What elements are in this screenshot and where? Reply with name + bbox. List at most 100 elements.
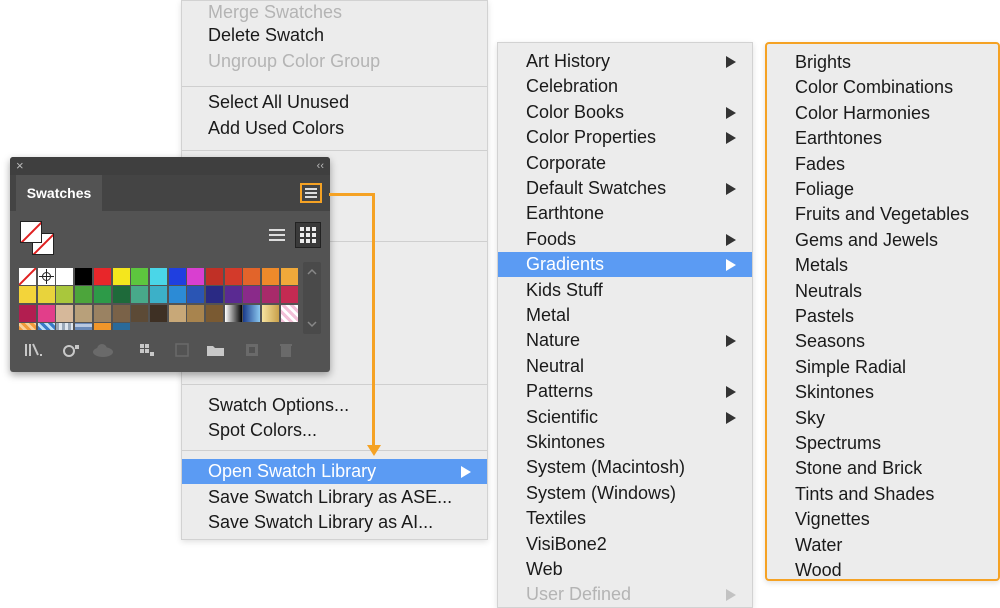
menu-item-spot-colors[interactable]: Spot Colors... bbox=[182, 418, 487, 443]
swatch-cell[interactable] bbox=[149, 286, 167, 304]
swatch-cell[interactable] bbox=[37, 268, 55, 285]
trash-icon[interactable] bbox=[278, 342, 294, 362]
menu-item-open-swatch-library[interactable]: Open Swatch Library bbox=[182, 459, 487, 484]
swatch-cell[interactable] bbox=[187, 268, 205, 285]
swatch-cell[interactable] bbox=[224, 268, 242, 285]
swatch-cell[interactable] bbox=[243, 286, 261, 304]
swatch-cell[interactable] bbox=[93, 268, 111, 285]
swatch-cell[interactable] bbox=[75, 304, 93, 322]
swatch-cell[interactable] bbox=[112, 286, 130, 304]
fill-none-icon[interactable] bbox=[20, 221, 42, 243]
color-group-icon[interactable] bbox=[138, 342, 158, 362]
library-item-visibone2[interactable]: VisiBone2 bbox=[498, 532, 752, 557]
swatch-cell[interactable] bbox=[149, 304, 167, 322]
gradient-item-sky[interactable]: Sky bbox=[767, 406, 998, 431]
library-item-kids-stuff[interactable]: Kids Stuff bbox=[498, 278, 752, 303]
swatch-cell[interactable] bbox=[93, 323, 111, 330]
swatch-cell[interactable] bbox=[224, 286, 242, 304]
swatch-cell[interactable] bbox=[56, 268, 74, 285]
tab-swatches[interactable]: Swatches bbox=[16, 175, 102, 211]
new-color-group-folder-icon[interactable] bbox=[206, 342, 226, 362]
gradient-item-brights[interactable]: Brights bbox=[767, 50, 998, 75]
library-item-color-books[interactable]: Color Books bbox=[498, 100, 752, 125]
swatch-cell[interactable] bbox=[280, 268, 298, 285]
library-item-textiles[interactable]: Textiles bbox=[498, 506, 752, 531]
library-item-art-history[interactable]: Art History bbox=[498, 49, 752, 74]
swatch-cell[interactable] bbox=[224, 304, 242, 322]
swatch-cell[interactable] bbox=[93, 286, 111, 304]
gradient-item-spectrums[interactable]: Spectrums bbox=[767, 431, 998, 456]
library-item-foods[interactable]: Foods bbox=[498, 227, 752, 252]
gradient-item-wood[interactable]: Wood bbox=[767, 558, 998, 583]
swatch-cell[interactable] bbox=[243, 304, 261, 322]
swatch-cell[interactable] bbox=[149, 268, 167, 285]
gradient-item-neutrals[interactable]: Neutrals bbox=[767, 279, 998, 304]
swatch-cell[interactable] bbox=[56, 304, 74, 322]
swatch-cell[interactable] bbox=[75, 268, 93, 285]
gradient-item-fruits-and-vegetables[interactable]: Fruits and Vegetables bbox=[767, 202, 998, 227]
swatch-cell[interactable] bbox=[206, 286, 223, 304]
panel-scrollbar[interactable] bbox=[303, 262, 321, 334]
swatch-cell[interactable] bbox=[37, 286, 55, 304]
library-item-web[interactable]: Web bbox=[498, 557, 752, 582]
panel-menu-icon[interactable] bbox=[300, 183, 322, 203]
menu-item-swatch-options[interactable]: Swatch Options... bbox=[182, 393, 487, 418]
gradient-item-tints-and-shades[interactable]: Tints and Shades bbox=[767, 482, 998, 507]
gradient-item-vignettes[interactable]: Vignettes bbox=[767, 507, 998, 532]
menu-item-save-swatch-library-as-ase[interactable]: Save Swatch Library as ASE... bbox=[182, 485, 487, 510]
swatch-cell[interactable] bbox=[168, 304, 186, 322]
swatch-libraries-menu-icon[interactable] bbox=[24, 342, 46, 362]
gradient-item-metals[interactable]: Metals bbox=[767, 253, 998, 278]
thumbnail-view-icon[interactable] bbox=[295, 222, 321, 248]
swatch-cell[interactable] bbox=[19, 304, 36, 322]
library-item-metal[interactable]: Metal bbox=[498, 303, 752, 328]
gradient-item-earthtones[interactable]: Earthtones bbox=[767, 126, 998, 151]
swatch-options-icon[interactable] bbox=[174, 342, 190, 362]
library-item-gradients[interactable]: Gradients bbox=[498, 252, 752, 278]
list-view-icon[interactable] bbox=[264, 222, 290, 248]
swatch-cell[interactable] bbox=[131, 304, 149, 322]
swatch-cell[interactable] bbox=[168, 268, 186, 285]
swatch-cell[interactable] bbox=[187, 286, 205, 304]
swatch-cell[interactable] bbox=[19, 286, 36, 304]
swatch-cell[interactable] bbox=[131, 268, 149, 285]
swatch-cell[interactable] bbox=[243, 268, 261, 285]
library-item-color-properties[interactable]: Color Properties bbox=[498, 125, 752, 150]
swatch-cell[interactable] bbox=[37, 323, 55, 330]
swatch-cell[interactable] bbox=[168, 286, 186, 304]
gradient-item-seasons[interactable]: Seasons bbox=[767, 329, 998, 354]
swatch-cell[interactable] bbox=[56, 286, 74, 304]
gradient-item-skintones[interactable]: Skintones bbox=[767, 380, 998, 405]
swatch-kind-icon[interactable] bbox=[62, 342, 82, 362]
library-item-scientific[interactable]: Scientific bbox=[498, 405, 752, 430]
swatch-cell[interactable] bbox=[75, 286, 93, 304]
swatch-cell[interactable] bbox=[112, 304, 130, 322]
swatch-cell[interactable] bbox=[280, 304, 298, 322]
swatch-cell[interactable] bbox=[262, 268, 280, 285]
library-item-patterns[interactable]: Patterns bbox=[498, 379, 752, 404]
swatch-cell[interactable] bbox=[131, 286, 149, 304]
menu-item-delete-swatch[interactable]: Delete Swatch bbox=[182, 23, 487, 48]
menu-item-add-used-colors[interactable]: Add Used Colors bbox=[182, 116, 487, 141]
swatch-cell[interactable] bbox=[280, 286, 298, 304]
swatch-cell[interactable] bbox=[187, 304, 205, 322]
library-item-corporate[interactable]: Corporate bbox=[498, 151, 752, 176]
cloud-library-icon[interactable] bbox=[90, 342, 116, 362]
gradient-item-water[interactable]: Water bbox=[767, 533, 998, 558]
menu-item-save-swatch-library-as-ai[interactable]: Save Swatch Library as AI... bbox=[182, 510, 487, 535]
library-item-skintones[interactable]: Skintones bbox=[498, 430, 752, 455]
gradient-item-fades[interactable]: Fades bbox=[767, 152, 998, 177]
swatch-cell[interactable] bbox=[206, 268, 223, 285]
gradient-item-pastels[interactable]: Pastels bbox=[767, 304, 998, 329]
collapse-icon[interactable]: ‹‹ bbox=[317, 157, 324, 175]
gradient-item-gems-and-jewels[interactable]: Gems and Jewels bbox=[767, 228, 998, 253]
new-swatch-icon[interactable] bbox=[244, 342, 260, 362]
swatch-cell[interactable] bbox=[56, 323, 74, 330]
swatch-cell[interactable] bbox=[206, 304, 223, 322]
gradient-item-stone-and-brick[interactable]: Stone and Brick bbox=[767, 456, 998, 481]
swatch-cell[interactable] bbox=[93, 304, 111, 322]
library-item-system-macintosh[interactable]: System (Macintosh) bbox=[498, 455, 752, 480]
swatch-cell[interactable] bbox=[262, 286, 280, 304]
swatch-cell[interactable] bbox=[112, 323, 130, 330]
swatch-cell[interactable] bbox=[37, 304, 55, 322]
